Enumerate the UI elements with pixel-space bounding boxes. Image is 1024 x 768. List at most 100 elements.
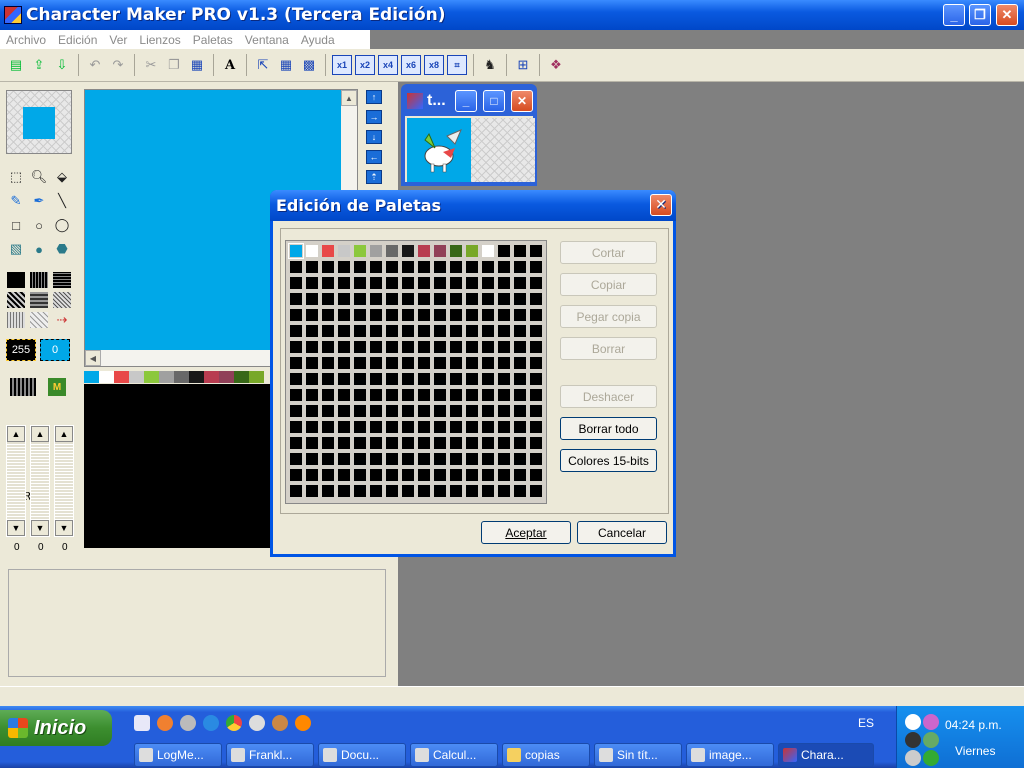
cut-icon[interactable]: ✂ — [141, 55, 161, 75]
dialog-close-button[interactable]: ✕ — [650, 194, 672, 216]
palette-cell[interactable] — [434, 341, 446, 353]
zoom-custom-icon[interactable]: ⌗ — [447, 55, 467, 75]
palette-cell[interactable] — [322, 485, 334, 497]
palette-cell[interactable] — [482, 357, 494, 369]
palette-cell[interactable] — [290, 325, 302, 337]
pattern-lines[interactable] — [53, 272, 71, 288]
palette-cell[interactable] — [386, 469, 398, 481]
media-icon[interactable] — [180, 715, 196, 731]
palette-cell[interactable] — [530, 341, 542, 353]
minimize-button[interactable]: _ — [943, 4, 965, 26]
palette-cell[interactable] — [530, 421, 542, 433]
palette-cell[interactable] — [290, 469, 302, 481]
palette-cell[interactable] — [386, 453, 398, 465]
palette-cell[interactable] — [434, 453, 446, 465]
resize-icon[interactable]: ⇱ — [253, 55, 273, 75]
palette-cell[interactable] — [338, 469, 350, 481]
palette-cell[interactable] — [290, 277, 302, 289]
palette-cell[interactable] — [514, 405, 526, 417]
palette-cell[interactable] — [386, 341, 398, 353]
palette-cell[interactable] — [290, 421, 302, 433]
pattern-light[interactable] — [53, 292, 71, 308]
palette-strip-swatch[interactable] — [84, 371, 99, 383]
language-indicator[interactable]: ES — [858, 716, 874, 730]
palette-cell[interactable] — [290, 389, 302, 401]
palette-cell[interactable] — [306, 421, 318, 433]
pattern-medium[interactable] — [30, 292, 48, 308]
tray-icon[interactable] — [923, 750, 939, 766]
palette-cell[interactable] — [290, 453, 302, 465]
palette-cell[interactable] — [514, 389, 526, 401]
palette-cell[interactable] — [450, 325, 462, 337]
palette-cell[interactable] — [386, 373, 398, 385]
palette-cell[interactable] — [322, 453, 334, 465]
palette-cell[interactable] — [466, 357, 478, 369]
firefox-icon[interactable] — [295, 715, 311, 731]
tray-icon[interactable] — [905, 732, 921, 748]
zoom-x1-icon[interactable]: x1 — [332, 55, 352, 75]
palette-cell[interactable] — [434, 485, 446, 497]
palette-cell[interactable] — [354, 469, 366, 481]
menu-ventana[interactable]: Ventana — [239, 33, 295, 47]
palette-strip-swatch[interactable] — [249, 371, 264, 383]
redo-icon[interactable]: ↷ — [108, 55, 128, 75]
palette-cell[interactable] — [290, 405, 302, 417]
shift-right-icon[interactable]: → — [366, 110, 382, 124]
palette-cell[interactable] — [402, 309, 414, 321]
palette-cell[interactable] — [338, 325, 350, 337]
sprite-frame[interactable] — [407, 118, 471, 182]
palette-cell[interactable] — [322, 421, 334, 433]
palette-cell[interactable] — [402, 437, 414, 449]
cancel-button[interactable]: Cancelar — [577, 521, 667, 544]
palette-cell[interactable] — [514, 357, 526, 369]
slider-alpha-down[interactable]: ▼ — [55, 520, 73, 536]
palette-cell[interactable] — [386, 261, 398, 273]
menu-archivo[interactable]: Archivo — [0, 33, 52, 47]
colors-15bit-button[interactable]: Colores 15-bits — [560, 449, 657, 472]
slider-red[interactable]: ▲ ▼ — [6, 425, 26, 537]
palette-cell[interactable] — [450, 485, 462, 497]
task-docu[interactable]: Docu... — [318, 743, 406, 767]
zoom-tool-icon[interactable]: 🔍︎ — [30, 168, 48, 186]
palette-cell[interactable] — [418, 245, 430, 257]
palette-cell[interactable] — [402, 277, 414, 289]
palette-cell[interactable] — [306, 341, 318, 353]
export-icon[interactable]: ⇩ — [52, 55, 72, 75]
palette-cell[interactable] — [530, 469, 542, 481]
palette-cell[interactable] — [530, 485, 542, 497]
palette-cell[interactable] — [290, 309, 302, 321]
select-tool-icon[interactable]: ⬚ — [7, 168, 25, 186]
palette-cell[interactable] — [482, 469, 494, 481]
palette-cell[interactable] — [434, 261, 446, 273]
palette-cell[interactable] — [498, 389, 510, 401]
palette-strip-swatch[interactable] — [174, 371, 189, 383]
palette-cell[interactable] — [498, 405, 510, 417]
palette-cell[interactable] — [498, 485, 510, 497]
menu-ayuda[interactable]: Ayuda — [295, 33, 341, 47]
palette-cell[interactable] — [530, 293, 542, 305]
palette-cell[interactable] — [290, 357, 302, 369]
palette-cell[interactable] — [338, 309, 350, 321]
pattern-sparse[interactable] — [7, 312, 25, 328]
palette-cell[interactable] — [466, 373, 478, 385]
task-frankl[interactable]: Frankl... — [226, 743, 314, 767]
palette-cell[interactable] — [322, 293, 334, 305]
tray-icon[interactable] — [905, 750, 921, 766]
palette-cell[interactable] — [338, 389, 350, 401]
palette-cell[interactable] — [306, 485, 318, 497]
palette-cell[interactable] — [466, 245, 478, 257]
browser-icon[interactable] — [157, 715, 173, 731]
shift-extra-icon[interactable]: ⇡ — [366, 170, 382, 184]
palette-cell[interactable] — [514, 261, 526, 273]
palette-cell[interactable] — [466, 341, 478, 353]
palette-cell[interactable] — [450, 373, 462, 385]
palette-cell[interactable] — [290, 261, 302, 273]
palette-cell[interactable] — [466, 325, 478, 337]
palette-cell[interactable] — [386, 485, 398, 497]
palette-cell[interactable] — [418, 469, 430, 481]
palette-cell[interactable] — [322, 341, 334, 353]
palette-cell[interactable] — [370, 373, 382, 385]
palette-cell[interactable] — [402, 245, 414, 257]
palette-cell[interactable] — [402, 485, 414, 497]
palette-cell[interactable] — [338, 245, 350, 257]
